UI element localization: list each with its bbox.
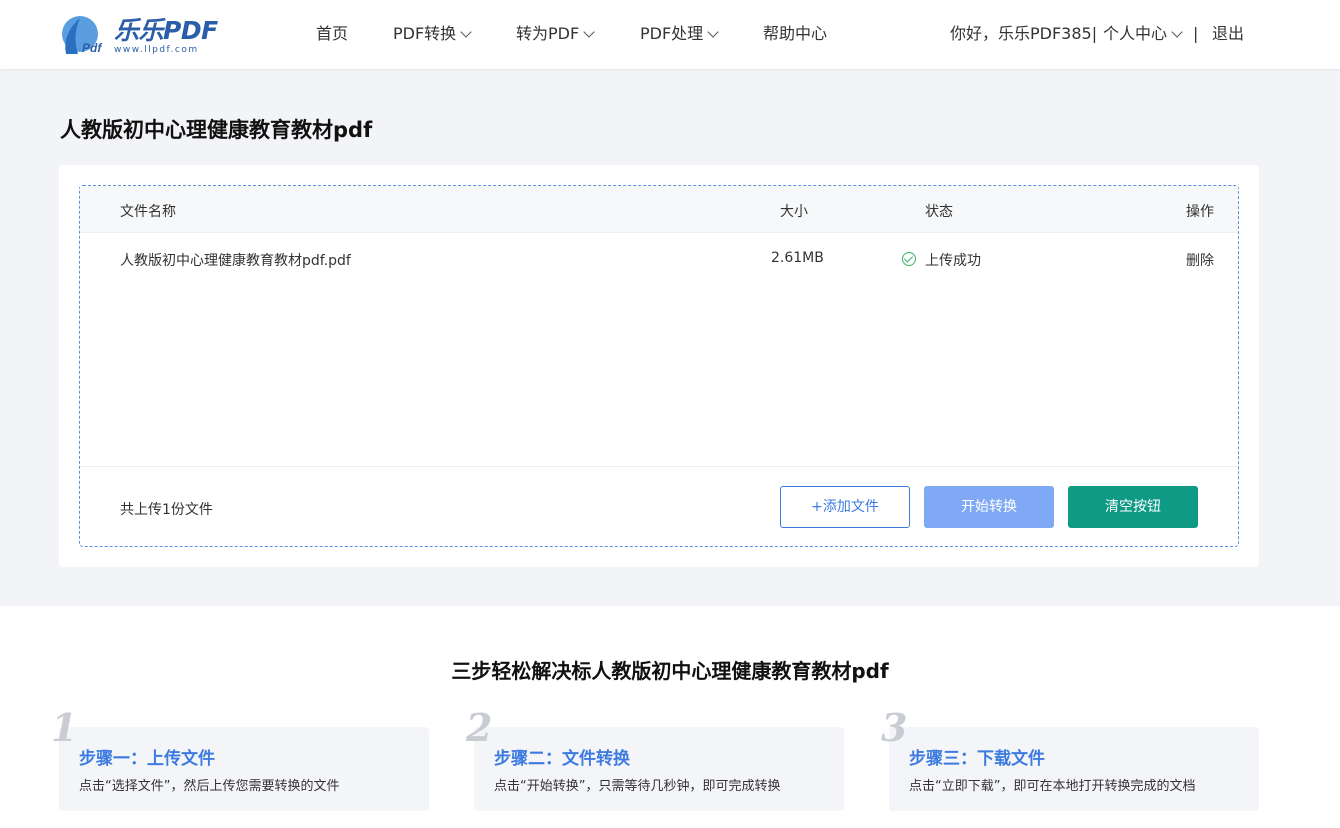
nav-help[interactable]: 帮助中心 (763, 23, 827, 45)
chevron-down-icon (707, 26, 719, 38)
user-center-menu[interactable]: 个人中心 (1103, 23, 1183, 45)
file-dropzone[interactable]: 文件名称 大小 状态 操作 人教版初中心理健康教育教材pdf.pdf 2.61M… (79, 185, 1239, 547)
steps-section: 三步轻松解决标人教版初中心理健康教育教材pdf 1 步骤一：上传文件 点击“选择… (0, 606, 1340, 828)
upload-card: 文件名称 大小 状态 操作 人教版初中心理健康教育教材pdf.pdf 2.61M… (59, 165, 1259, 567)
step-card-1: 1 步骤一：上传文件 点击“选择文件”，然后上传您需要转换的文件 (51, 705, 429, 811)
nav-home-label: 首页 (316, 24, 349, 43)
step-number: 1 (51, 705, 78, 750)
divider (80, 466, 1238, 467)
chevron-down-icon (583, 26, 595, 38)
page-title: 人教版初中心理健康教育教材pdf (60, 118, 373, 142)
nav-to-pdf-label: 转为PDF (516, 24, 580, 43)
step-desc: 点击“立即下载”，即可在本地打开转换完成的文档 (909, 779, 1196, 794)
col-name-header: 文件名称 (120, 204, 176, 220)
add-file-button[interactable]: +添加文件 (780, 486, 910, 528)
top-navbar: Pdf 乐乐PDF www.llpdf.com 首页 PDF转换 转为PDF P… (0, 0, 1340, 69)
col-size-header: 大小 (780, 204, 808, 220)
step-title: 步骤二：文件转换 (494, 749, 630, 769)
file-size: 2.61MB (771, 250, 824, 266)
step-card-3: 3 步骤三：下载文件 点击“立即下载”，即可在本地打开转换完成的文档 (881, 705, 1259, 811)
clear-button[interactable]: 清空按钮 (1068, 486, 1198, 528)
chevron-down-icon (460, 26, 472, 38)
chevron-down-icon (1171, 26, 1183, 38)
delete-link[interactable]: 删除 (1186, 250, 1214, 270)
col-action-header: 操作 (1186, 204, 1214, 220)
upload-count: 共上传1份文件 (120, 502, 213, 518)
nav-help-label: 帮助中心 (763, 24, 828, 43)
col-status-header: 状态 (925, 204, 953, 220)
nav-separator: | (1193, 24, 1199, 43)
nav-pdf-process-label: PDF处理 (640, 24, 704, 43)
file-name: 人教版初中心理健康教育教材pdf.pdf (120, 253, 351, 269)
step-card-2: 2 步骤二：文件转换 点击“开始转换”，只需等待几秒钟，即可完成转换 (466, 705, 844, 811)
nav-pdf-process[interactable]: PDF处理 (640, 23, 719, 45)
step-number: 2 (466, 705, 493, 750)
table-header: 文件名称 大小 状态 操作 (80, 186, 1238, 233)
table-row: 人教版初中心理健康教育教材pdf.pdf 2.61MB 上传成功 删除 (80, 234, 1238, 284)
step-number: 3 (881, 705, 908, 750)
file-status: 上传成功 (925, 253, 981, 269)
nav-to-pdf[interactable]: 转为PDF (516, 23, 595, 45)
step-desc: 点击“开始转换”，只需等待几秒钟，即可完成转换 (494, 779, 781, 794)
user-greeting: 你好，乐乐PDF385| (950, 24, 1098, 43)
nav-pdf-convert-label: PDF转换 (393, 24, 457, 43)
user-center-label: 个人中心 (1103, 24, 1168, 43)
nav-pdf-convert[interactable]: PDF转换 (393, 23, 472, 45)
logout-link[interactable]: 退出 (1212, 23, 1244, 45)
step-title: 步骤一：上传文件 (79, 749, 215, 769)
nav-home[interactable]: 首页 (316, 23, 348, 45)
start-convert-button[interactable]: 开始转换 (924, 486, 1054, 528)
step-desc: 点击“选择文件”，然后上传您需要转换的文件 (79, 779, 340, 794)
steps-title: 三步轻松解决标人教版初中心理健康教育教材pdf (451, 659, 889, 683)
check-circle-icon (902, 252, 916, 266)
step-title: 步骤三：下载文件 (909, 749, 1045, 769)
